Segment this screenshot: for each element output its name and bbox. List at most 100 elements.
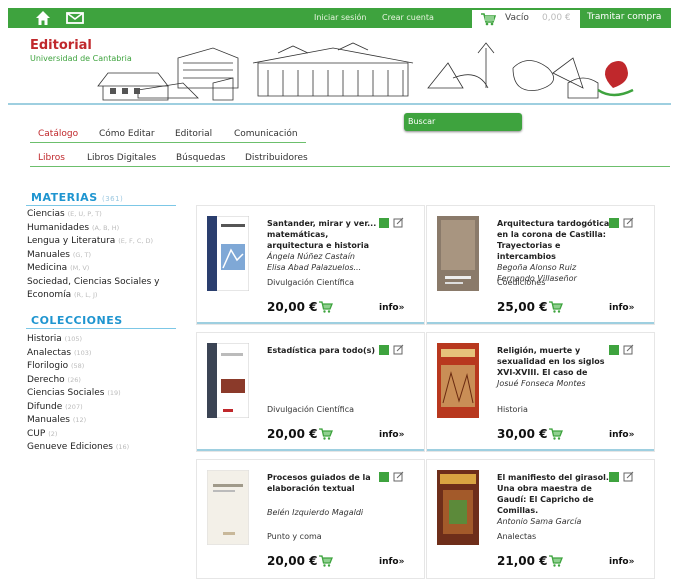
tab-comunicacion[interactable]: Comunicación	[234, 129, 298, 139]
info-link[interactable]: info»	[609, 303, 634, 313]
notepad-icon[interactable]	[623, 217, 634, 228]
card-underline	[427, 449, 654, 451]
materia-item[interactable]: Humanidades (A, B, H)	[27, 222, 187, 236]
colecciones-heading: COLECCIONES	[31, 314, 123, 327]
tab-como-editar[interactable]: Cómo Editar	[99, 129, 155, 139]
product-collection: Punto y coma	[267, 532, 322, 541]
colecciones-list: Historia (105) Analectas (103) Florilogi…	[27, 333, 187, 455]
login-link[interactable]: Iniciar sesión	[314, 13, 366, 22]
header-banner: Editorial Universidad de Cantabria	[8, 28, 671, 104]
share-icon[interactable]	[609, 472, 619, 482]
checkout-link[interactable]: Tramitar compra	[587, 12, 661, 22]
item-count: (19)	[107, 389, 121, 397]
share-icon[interactable]	[379, 472, 389, 482]
product-collection: Historia	[497, 405, 528, 414]
notepad-icon[interactable]	[623, 344, 634, 355]
item-count: (58)	[71, 362, 85, 370]
item-label: CUP	[27, 428, 46, 439]
materia-item[interactable]: Economía (R, L, J)	[27, 289, 187, 303]
item-label: Florilogio	[27, 361, 69, 371]
banner-divider	[8, 103, 671, 105]
materia-item[interactable]: Sociedad, Ciencias Sociales y	[27, 276, 187, 290]
info-link[interactable]: info»	[379, 430, 404, 440]
product-collection: Divulgación Científica	[267, 405, 355, 414]
product-card[interactable]: Religión, muerte y sexualidad en los sig…	[426, 332, 655, 452]
coleccion-item[interactable]: Derecho (26)	[27, 374, 187, 388]
notepad-icon[interactable]	[393, 344, 404, 355]
logo-leaf	[604, 60, 628, 88]
coleccion-item[interactable]: CUP (2)	[27, 428, 187, 442]
info-link[interactable]: info»	[379, 303, 404, 313]
materia-item[interactable]: Medicina (M, V)	[27, 262, 187, 276]
tab-editorial[interactable]: Editorial	[175, 129, 212, 139]
tab-busquedas[interactable]: Búsquedas	[176, 153, 225, 163]
materias-heading: MATERIAS (361)	[31, 191, 123, 204]
add-to-cart-icon[interactable]	[548, 554, 563, 567]
search-button[interactable]: Buscar	[404, 113, 522, 131]
materia-item[interactable]: Lengua y Literatura (E, F, C, D)	[27, 235, 187, 249]
coleccion-item[interactable]: Difunde (207)	[27, 401, 187, 415]
item-count: (26)	[67, 375, 81, 384]
product-card[interactable]: Arquitectura tardogótica en la corona de…	[426, 205, 655, 325]
product-title[interactable]: Arquitectura tardogótica en la corona de…	[497, 218, 612, 284]
materia-item[interactable]: Manuales (G, T)	[27, 249, 187, 263]
tab-libros[interactable]: Libros	[38, 153, 65, 163]
coleccion-item[interactable]: Florilogio (58)	[27, 360, 187, 374]
product-card[interactable]: El manifiesto del girasol. Una obra maes…	[426, 459, 655, 579]
add-to-cart-icon[interactable]	[548, 300, 563, 313]
tab-catalogo[interactable]: Catálogo	[38, 129, 78, 139]
product-card[interactable]: Procesos guiados de la elaboración textu…	[196, 459, 425, 579]
book-cover[interactable]	[437, 216, 479, 291]
product-card[interactable]: Estadística para todo(s) Divulgación Cie…	[196, 332, 425, 452]
info-link[interactable]: info»	[609, 557, 634, 567]
product-title-text: Santander, mirar y ver... matemáticas, a…	[267, 219, 377, 250]
cart-summary[interactable]: Vacío 0,00 €	[472, 10, 580, 28]
share-icon[interactable]	[379, 345, 389, 355]
coleccion-item[interactable]: Ciencias Sociales (19)	[27, 387, 187, 401]
tab-libros-digitales[interactable]: Libros Digitales	[87, 153, 156, 163]
add-to-cart-icon[interactable]	[318, 554, 333, 567]
book-cover[interactable]	[207, 343, 249, 418]
tab-distribuidores[interactable]: Distribuidores	[245, 153, 308, 163]
product-title[interactable]: Estadística para todo(s)	[267, 345, 382, 356]
book-cover[interactable]	[437, 470, 479, 545]
item-label: Lengua y Literatura	[27, 236, 116, 246]
product-title[interactable]: El manifiesto del girasol. Una obra maes…	[497, 472, 612, 527]
notepad-icon[interactable]	[393, 217, 404, 228]
coleccion-item[interactable]: Manuales (12)	[27, 414, 187, 428]
product-price: 21,00 €	[497, 554, 548, 568]
item-label: Difunde	[27, 401, 63, 412]
item-label: Analectas	[27, 347, 72, 358]
info-link[interactable]: info»	[609, 430, 634, 440]
create-account-link[interactable]: Crear cuenta	[382, 13, 434, 22]
info-link[interactable]: info»	[379, 557, 404, 567]
book-cover[interactable]	[207, 470, 249, 545]
add-to-cart-icon[interactable]	[318, 427, 333, 440]
mail-icon[interactable]	[66, 12, 84, 24]
product-title[interactable]: Religión, muerte y sexualidad en los sig…	[497, 345, 612, 389]
brand-name[interactable]: Editorial	[30, 38, 92, 53]
item-count: (A, B, H)	[92, 223, 120, 232]
book-cover[interactable]	[207, 216, 249, 291]
coleccion-item[interactable]: Genueve Ediciones (16)	[27, 441, 187, 455]
item-label: Medicina	[27, 263, 68, 273]
product-title[interactable]: Santander, mirar y ver... matemáticas, a…	[267, 218, 382, 273]
home-icon[interactable]	[35, 10, 51, 26]
item-count: (105)	[64, 335, 83, 343]
coleccion-item[interactable]: Historia (105)	[27, 333, 187, 347]
share-icon[interactable]	[609, 218, 619, 228]
materia-item[interactable]: Ciencias (E, U, P, T)	[27, 208, 187, 222]
share-icon[interactable]	[379, 218, 389, 228]
product-card[interactable]: Santander, mirar y ver... matemáticas, a…	[196, 205, 425, 325]
notepad-icon[interactable]	[393, 471, 404, 482]
notepad-icon[interactable]	[623, 471, 634, 482]
colecciones-rule	[26, 328, 176, 329]
coleccion-item[interactable]: Analectas (103)	[27, 347, 187, 361]
product-price: 20,00 €	[267, 300, 318, 314]
add-to-cart-icon[interactable]	[318, 300, 333, 313]
add-to-cart-icon[interactable]	[548, 427, 563, 440]
book-cover[interactable]	[437, 343, 479, 418]
product-title[interactable]: Procesos guiados de la elaboración textu…	[267, 472, 382, 494]
product-author: Belén Izquierdo Magaldi	[267, 508, 364, 517]
share-icon[interactable]	[609, 345, 619, 355]
